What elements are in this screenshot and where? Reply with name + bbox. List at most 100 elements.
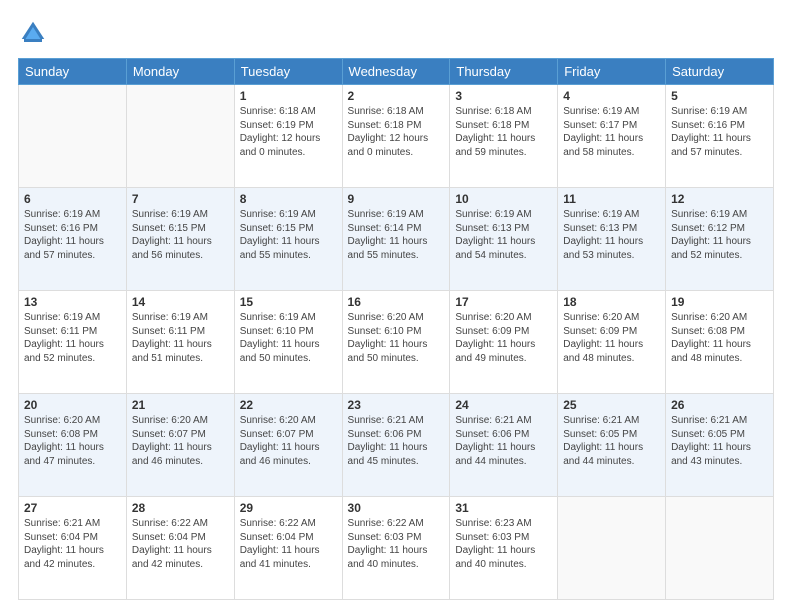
calendar-cell: 9 Sunrise: 6:19 AMSunset: 6:14 PMDaylight… <box>342 188 450 291</box>
calendar-row-2: 6 Sunrise: 6:19 AMSunset: 6:16 PMDaylight… <box>19 188 774 291</box>
calendar-cell <box>126 85 234 188</box>
calendar-header-wednesday: Wednesday <box>342 59 450 85</box>
calendar-cell: 4Sunrise: 6:19 AMSunset: 6:17 PMDaylight… <box>558 85 666 188</box>
day-info: Sunrise: 6:19 AMSunset: 6:13 PMDaylight:… <box>563 208 660 262</box>
day-info: Sunrise: 6:20 AMSunset: 6:10 PMDaylight:… <box>348 311 445 365</box>
calendar-cell: 21Sunrise: 6:20 AMSunset: 6:07 PMDayligh… <box>126 394 234 497</box>
day-info: Sunrise: 6:19 AMSunset: 6:16 PMDaylight:… <box>24 208 121 262</box>
calendar-cell: 20 Sunrise: 6:20 AMSunset: 6:08 PMDayligh… <box>19 394 127 497</box>
day-number: 14 <box>132 295 229 309</box>
calendar-cell: 26 Sunrise: 6:21 AMSunset: 6:05 PMDayligh… <box>666 394 774 497</box>
calendar-header-sunday: Sunday <box>19 59 127 85</box>
day-info: Sunrise: 6:21 AMSunset: 6:05 PMDaylight:… <box>563 414 660 468</box>
calendar-cell: 23 Sunrise: 6:21 AMSunset: 6:06 PMDayligh… <box>342 394 450 497</box>
day-number: 12 <box>671 192 768 206</box>
day-number: 25 <box>563 398 660 412</box>
page: SundayMondayTuesdayWednesdayThursdayFrid… <box>0 0 792 612</box>
day-info: Sunrise: 6:19 AMSunset: 6:14 PMDaylight:… <box>348 208 445 262</box>
day-info: Sunrise: 6:20 AMSunset: 6:08 PMDaylight:… <box>24 414 121 468</box>
day-info: Sunrise: 6:19 AMSunset: 6:12 PMDaylight:… <box>671 208 768 262</box>
calendar-row-5: 27 Sunrise: 6:21 AMSunset: 6:04 PMDayligh… <box>19 497 774 600</box>
calendar-cell: 27 Sunrise: 6:21 AMSunset: 6:04 PMDayligh… <box>19 497 127 600</box>
day-info: Sunrise: 6:19 AMSunset: 6:13 PMDaylight:… <box>455 208 552 262</box>
day-number: 13 <box>24 295 121 309</box>
calendar-cell: 28 Sunrise: 6:22 AMSunset: 6:04 PMDayligh… <box>126 497 234 600</box>
day-number: 8 <box>240 192 337 206</box>
calendar-cell: 8 Sunrise: 6:19 AMSunset: 6:15 PMDaylight… <box>234 188 342 291</box>
calendar-cell: 22 Sunrise: 6:20 AMSunset: 6:07 PMDayligh… <box>234 394 342 497</box>
day-info: Sunrise: 6:21 AMSunset: 6:04 PMDaylight:… <box>24 517 121 571</box>
calendar-cell: 2Sunrise: 6:18 AMSunset: 6:18 PMDaylight… <box>342 85 450 188</box>
day-info: Sunrise: 6:20 AMSunset: 6:09 PMDaylight:… <box>563 311 660 365</box>
calendar-cell: 6 Sunrise: 6:19 AMSunset: 6:16 PMDaylight… <box>19 188 127 291</box>
calendar-cell: 13 Sunrise: 6:19 AMSunset: 6:11 PMDayligh… <box>19 291 127 394</box>
day-number: 6 <box>24 192 121 206</box>
day-number: 9 <box>348 192 445 206</box>
day-number: 30 <box>348 501 445 515</box>
day-info: Sunrise: 6:21 AMSunset: 6:06 PMDaylight:… <box>348 414 445 468</box>
day-number: 26 <box>671 398 768 412</box>
calendar-cell: 24 Sunrise: 6:21 AMSunset: 6:06 PMDayligh… <box>450 394 558 497</box>
calendar-cell <box>666 497 774 600</box>
day-number: 22 <box>240 398 337 412</box>
day-info: Sunrise: 6:19 AMSunset: 6:11 PMDaylight:… <box>24 311 121 365</box>
day-info: Sunrise: 6:21 AMSunset: 6:06 PMDaylight:… <box>455 414 552 468</box>
calendar-header-row: SundayMondayTuesdayWednesdayThursdayFrid… <box>19 59 774 85</box>
calendar-cell: 12 Sunrise: 6:19 AMSunset: 6:12 PMDayligh… <box>666 188 774 291</box>
day-info: Sunrise: 6:22 AMSunset: 6:04 PMDaylight:… <box>240 517 337 571</box>
calendar-cell: 1Sunrise: 6:18 AMSunset: 6:19 PMDaylight… <box>234 85 342 188</box>
day-number: 24 <box>455 398 552 412</box>
logo-icon <box>18 18 48 48</box>
day-number: 21 <box>132 398 229 412</box>
day-number: 15 <box>240 295 337 309</box>
day-number: 27 <box>24 501 121 515</box>
calendar-cell: 3Sunrise: 6:18 AMSunset: 6:18 PMDaylight… <box>450 85 558 188</box>
day-number: 20 <box>24 398 121 412</box>
day-info: Sunrise: 6:19 AMSunset: 6:16 PMDaylight:… <box>671 105 768 159</box>
day-info: Sunrise: 6:19 AMSunset: 6:15 PMDaylight:… <box>132 208 229 262</box>
header <box>18 18 774 48</box>
day-number: 11 <box>563 192 660 206</box>
day-number: 10 <box>455 192 552 206</box>
calendar-row-3: 13 Sunrise: 6:19 AMSunset: 6:11 PMDayligh… <box>19 291 774 394</box>
logo <box>18 18 52 48</box>
calendar-header-thursday: Thursday <box>450 59 558 85</box>
calendar-cell: 30Sunrise: 6:22 AMSunset: 6:03 PMDayligh… <box>342 497 450 600</box>
calendar-cell: 10 Sunrise: 6:19 AMSunset: 6:13 PMDayligh… <box>450 188 558 291</box>
day-info: Sunrise: 6:20 AMSunset: 6:09 PMDaylight:… <box>455 311 552 365</box>
calendar-cell: 18 Sunrise: 6:20 AMSunset: 6:09 PMDayligh… <box>558 291 666 394</box>
calendar-table: SundayMondayTuesdayWednesdayThursdayFrid… <box>18 58 774 600</box>
day-info: Sunrise: 6:21 AMSunset: 6:05 PMDaylight:… <box>671 414 768 468</box>
day-number: 19 <box>671 295 768 309</box>
calendar-header-tuesday: Tuesday <box>234 59 342 85</box>
day-info: Sunrise: 6:18 AMSunset: 6:18 PMDaylight:… <box>455 105 552 159</box>
day-number: 16 <box>348 295 445 309</box>
day-info: Sunrise: 6:20 AMSunset: 6:07 PMDaylight:… <box>240 414 337 468</box>
calendar-header-monday: Monday <box>126 59 234 85</box>
calendar-cell: 5 Sunrise: 6:19 AMSunset: 6:16 PMDaylight… <box>666 85 774 188</box>
day-number: 2 <box>348 89 445 103</box>
calendar-cell: 16 Sunrise: 6:20 AMSunset: 6:10 PMDayligh… <box>342 291 450 394</box>
day-info: Sunrise: 6:22 AMSunset: 6:04 PMDaylight:… <box>132 517 229 571</box>
day-info: Sunrise: 6:19 AMSunset: 6:11 PMDaylight:… <box>132 311 229 365</box>
day-number: 1 <box>240 89 337 103</box>
calendar-cell: 11 Sunrise: 6:19 AMSunset: 6:13 PMDayligh… <box>558 188 666 291</box>
day-info: Sunrise: 6:20 AMSunset: 6:08 PMDaylight:… <box>671 311 768 365</box>
day-number: 17 <box>455 295 552 309</box>
day-info: Sunrise: 6:23 AMSunset: 6:03 PMDaylight:… <box>455 517 552 571</box>
calendar-cell: 29Sunrise: 6:22 AMSunset: 6:04 PMDayligh… <box>234 497 342 600</box>
calendar-header-saturday: Saturday <box>666 59 774 85</box>
day-number: 5 <box>671 89 768 103</box>
calendar-cell: 25 Sunrise: 6:21 AMSunset: 6:05 PMDayligh… <box>558 394 666 497</box>
day-number: 18 <box>563 295 660 309</box>
day-number: 28 <box>132 501 229 515</box>
day-number: 31 <box>455 501 552 515</box>
calendar-cell <box>558 497 666 600</box>
calendar-cell: 17 Sunrise: 6:20 AMSunset: 6:09 PMDayligh… <box>450 291 558 394</box>
calendar-cell: 19 Sunrise: 6:20 AMSunset: 6:08 PMDayligh… <box>666 291 774 394</box>
day-number: 23 <box>348 398 445 412</box>
day-info: Sunrise: 6:19 AMSunset: 6:15 PMDaylight:… <box>240 208 337 262</box>
calendar-header-friday: Friday <box>558 59 666 85</box>
day-number: 7 <box>132 192 229 206</box>
calendar-cell <box>19 85 127 188</box>
